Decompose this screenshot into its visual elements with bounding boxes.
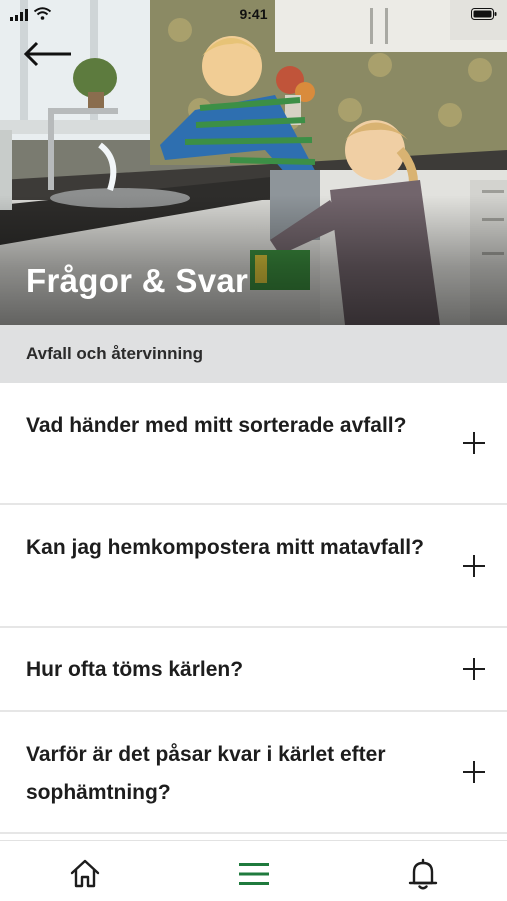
page-title: Frågor & Svar	[26, 262, 249, 299]
home-icon	[70, 859, 100, 888]
status-bar: 9:41	[0, 0, 507, 30]
faq-question: Vad händer med mitt sorterade avfall?	[26, 414, 407, 437]
arrow-left-icon	[23, 41, 71, 67]
tab-bar	[0, 840, 507, 901]
back-button[interactable]	[22, 34, 78, 74]
tab-notifications[interactable]	[406, 857, 440, 891]
bell-icon	[408, 858, 438, 890]
hero-banner: 9:41 Frågor & Svar	[0, 0, 507, 325]
hero-gradient	[0, 195, 507, 325]
plus-icon[interactable]	[463, 432, 485, 454]
menu-icon	[239, 863, 269, 885]
battery-icon	[471, 8, 497, 20]
faq-item[interactable]: Kan jag hemkompostera mitt matavfall?	[0, 505, 507, 628]
status-time: 9:41	[239, 6, 268, 22]
tab-menu[interactable]	[237, 857, 271, 891]
section-header: Avfall och återvinning	[0, 325, 507, 383]
plus-icon[interactable]	[463, 554, 485, 577]
faq-item[interactable]: Hur ofta töms kärlen?	[0, 628, 507, 712]
faq-item[interactable]: Vad händer med mitt sorterade avfall?	[0, 383, 507, 505]
faq-question: Varför är det påsar kvar i kärlet efter …	[26, 743, 386, 804]
plus-icon[interactable]	[463, 658, 485, 680]
faq-question: Hur ofta töms kärlen?	[26, 658, 244, 681]
tab-home[interactable]	[68, 857, 102, 891]
faq-item[interactable]: Varför är det påsar kvar i kärlet efter …	[0, 712, 507, 834]
faq-question: Kan jag hemkompostera mitt matavfall?	[26, 536, 424, 559]
plus-icon[interactable]	[463, 761, 485, 783]
